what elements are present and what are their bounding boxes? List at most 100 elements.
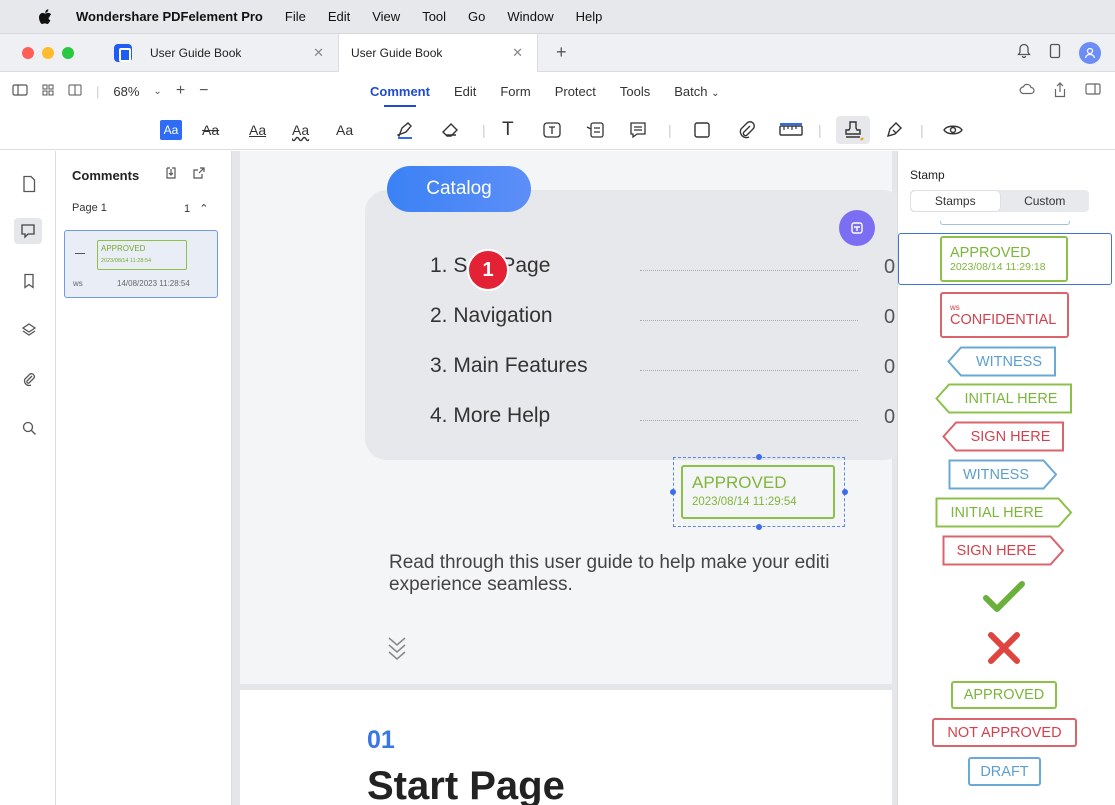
callout-icon[interactable] xyxy=(585,118,605,142)
tab-edit[interactable]: Edit xyxy=(454,84,476,99)
tab-comment[interactable]: Comment xyxy=(370,84,430,107)
tab-batch[interactable]: Batch ⌄ xyxy=(674,84,719,99)
comment-author: ws xyxy=(73,279,83,288)
toc-item-2[interactable]: 2. Navigation xyxy=(430,304,553,328)
menu-edit[interactable]: Edit xyxy=(328,9,350,24)
stamp-initial-left[interactable]: INITIAL HERE xyxy=(935,383,1073,414)
close-tab-icon[interactable]: ✕ xyxy=(313,45,324,61)
grid-view-icon[interactable] xyxy=(42,84,54,99)
app-menu[interactable]: Wondershare PDFelement Pro xyxy=(76,9,263,24)
stamp-sign-left[interactable]: SIGN HERE xyxy=(942,421,1065,452)
ai-assistant-icon[interactable] xyxy=(839,210,875,246)
import-comments-icon[interactable] xyxy=(164,166,178,183)
toc-page-number: 0 xyxy=(884,306,896,328)
menu-window[interactable]: Window xyxy=(507,9,553,24)
catalog-heading: Catalog xyxy=(387,166,531,212)
comment-list-item[interactable]: APPROVED 2023/08/14 11:28:54 ws 14/08/20… xyxy=(64,230,218,298)
rectangle-shape-icon[interactable] xyxy=(692,118,712,142)
stamp-sign-right[interactable]: SIGN HERE xyxy=(942,535,1065,566)
bell-icon[interactable] xyxy=(1017,43,1031,64)
stamp-panel-title: Stamp xyxy=(910,168,945,182)
separator: | xyxy=(668,122,672,138)
tab-user-guide-2[interactable]: User Guide Book ✕ xyxy=(338,33,538,72)
menu-help[interactable]: Help xyxy=(576,9,603,24)
tab-tools[interactable]: Tools xyxy=(620,84,650,99)
resize-handle[interactable] xyxy=(756,454,762,460)
export-comments-icon[interactable] xyxy=(192,166,206,183)
device-icon[interactable] xyxy=(1049,43,1061,64)
minimize-window-button[interactable] xyxy=(42,46,54,59)
note-icon[interactable] xyxy=(628,118,648,142)
new-tab-button[interactable]: + xyxy=(556,42,567,63)
text-field-icon[interactable] xyxy=(542,118,562,142)
zoom-level[interactable]: 68% xyxy=(113,84,139,99)
layers-icon[interactable] xyxy=(20,321,38,339)
text-highlight-tool[interactable]: Aa xyxy=(160,120,182,140)
user-avatar-icon[interactable] xyxy=(1079,42,1101,64)
resize-handle[interactable] xyxy=(670,489,676,495)
bookmark-icon[interactable] xyxy=(20,272,38,290)
two-page-view-icon[interactable] xyxy=(68,84,82,99)
apple-icon[interactable] xyxy=(32,8,58,25)
toc-page-number: 0 xyxy=(884,406,896,428)
close-tab-icon[interactable]: ✕ xyxy=(512,45,523,61)
stamp-initial-right[interactable]: INITIAL HERE xyxy=(935,497,1073,528)
zoom-window-button[interactable] xyxy=(62,46,74,59)
pdf-page-2[interactable] xyxy=(240,690,892,805)
measure-icon[interactable] xyxy=(778,118,804,142)
stamp-draft[interactable]: DRAFT xyxy=(968,757,1041,786)
toc-item-3[interactable]: 3. Main Features xyxy=(430,354,588,378)
menu-file[interactable]: File xyxy=(285,9,306,24)
step-badge: 1 xyxy=(467,249,509,291)
attachment-icon[interactable] xyxy=(736,118,756,142)
stamp-witness-left[interactable]: WITNESS xyxy=(947,346,1057,377)
stamp-not-approved[interactable]: NOT APPROVED xyxy=(932,718,1077,747)
tab-custom[interactable]: Custom xyxy=(1001,190,1090,212)
pages-icon[interactable] xyxy=(20,175,38,193)
tab-stamps[interactable]: Stamps xyxy=(911,191,1000,211)
menu-tool[interactable]: Tool xyxy=(422,9,446,24)
eye-icon[interactable] xyxy=(942,118,964,142)
tab-form[interactable]: Form xyxy=(500,84,530,99)
menu-go[interactable]: Go xyxy=(468,9,485,24)
share-icon[interactable] xyxy=(1053,82,1067,101)
attachment-icon[interactable] xyxy=(20,371,38,389)
pen-icon[interactable] xyxy=(395,118,415,142)
single-page-view-icon[interactable] xyxy=(12,83,28,99)
caret-tool[interactable]: Aa xyxy=(336,118,353,142)
comments-icon[interactable] xyxy=(14,218,42,244)
tab-protect[interactable]: Protect xyxy=(555,84,596,99)
eraser-icon[interactable] xyxy=(440,118,460,142)
zoom-out-button[interactable]: − xyxy=(199,82,208,100)
page-comment-count[interactable]: 1 ⌃ xyxy=(184,202,208,215)
stamp-checkmark-icon[interactable] xyxy=(982,578,1026,616)
close-window-button[interactable] xyxy=(22,46,34,59)
page-group-label[interactable]: Page 1 xyxy=(72,202,107,214)
menu-view[interactable]: View xyxy=(372,9,400,24)
resize-handle[interactable] xyxy=(842,489,848,495)
stamp-label: INITIAL HERE xyxy=(950,504,1044,521)
resize-handle[interactable] xyxy=(756,524,762,530)
zoom-in-button[interactable]: + xyxy=(176,82,185,100)
placed-approved-stamp[interactable]: APPROVED 2023/08/14 11:29:54 xyxy=(681,465,835,519)
stamp-confidential[interactable]: ws CONFIDENTIAL xyxy=(940,292,1069,338)
panel-toggle-icon[interactable] xyxy=(1085,82,1101,101)
tab-user-guide-1[interactable]: User Guide Book ✕ xyxy=(132,34,338,72)
cloud-icon[interactable] xyxy=(1019,82,1035,101)
text-box-icon[interactable]: T xyxy=(502,118,514,142)
underline-tool[interactable]: Aa xyxy=(249,118,266,142)
signature-icon[interactable] xyxy=(884,118,904,142)
stamp-approved-dated[interactable]: APPROVED 2023/08/14 11:29:18 xyxy=(940,236,1068,282)
stamp-approved[interactable]: APPROVED xyxy=(951,681,1057,709)
double-chevron-down-icon[interactable] xyxy=(386,634,408,667)
stamp-icon[interactable] xyxy=(836,116,870,144)
squiggly-tool[interactable]: Aa xyxy=(292,118,309,142)
stamp-cross-icon[interactable] xyxy=(984,628,1024,668)
search-icon[interactable] xyxy=(20,419,38,437)
chevron-down-icon[interactable]: ⌄ xyxy=(153,86,161,97)
stamp-witness-right[interactable]: WITNESS xyxy=(948,459,1058,490)
toc-item-4[interactable]: 4. More Help xyxy=(430,404,550,428)
separator: | xyxy=(920,122,924,138)
strikethrough-tool[interactable]: Aa xyxy=(202,118,219,142)
tab-label: User Guide Book xyxy=(150,45,242,60)
